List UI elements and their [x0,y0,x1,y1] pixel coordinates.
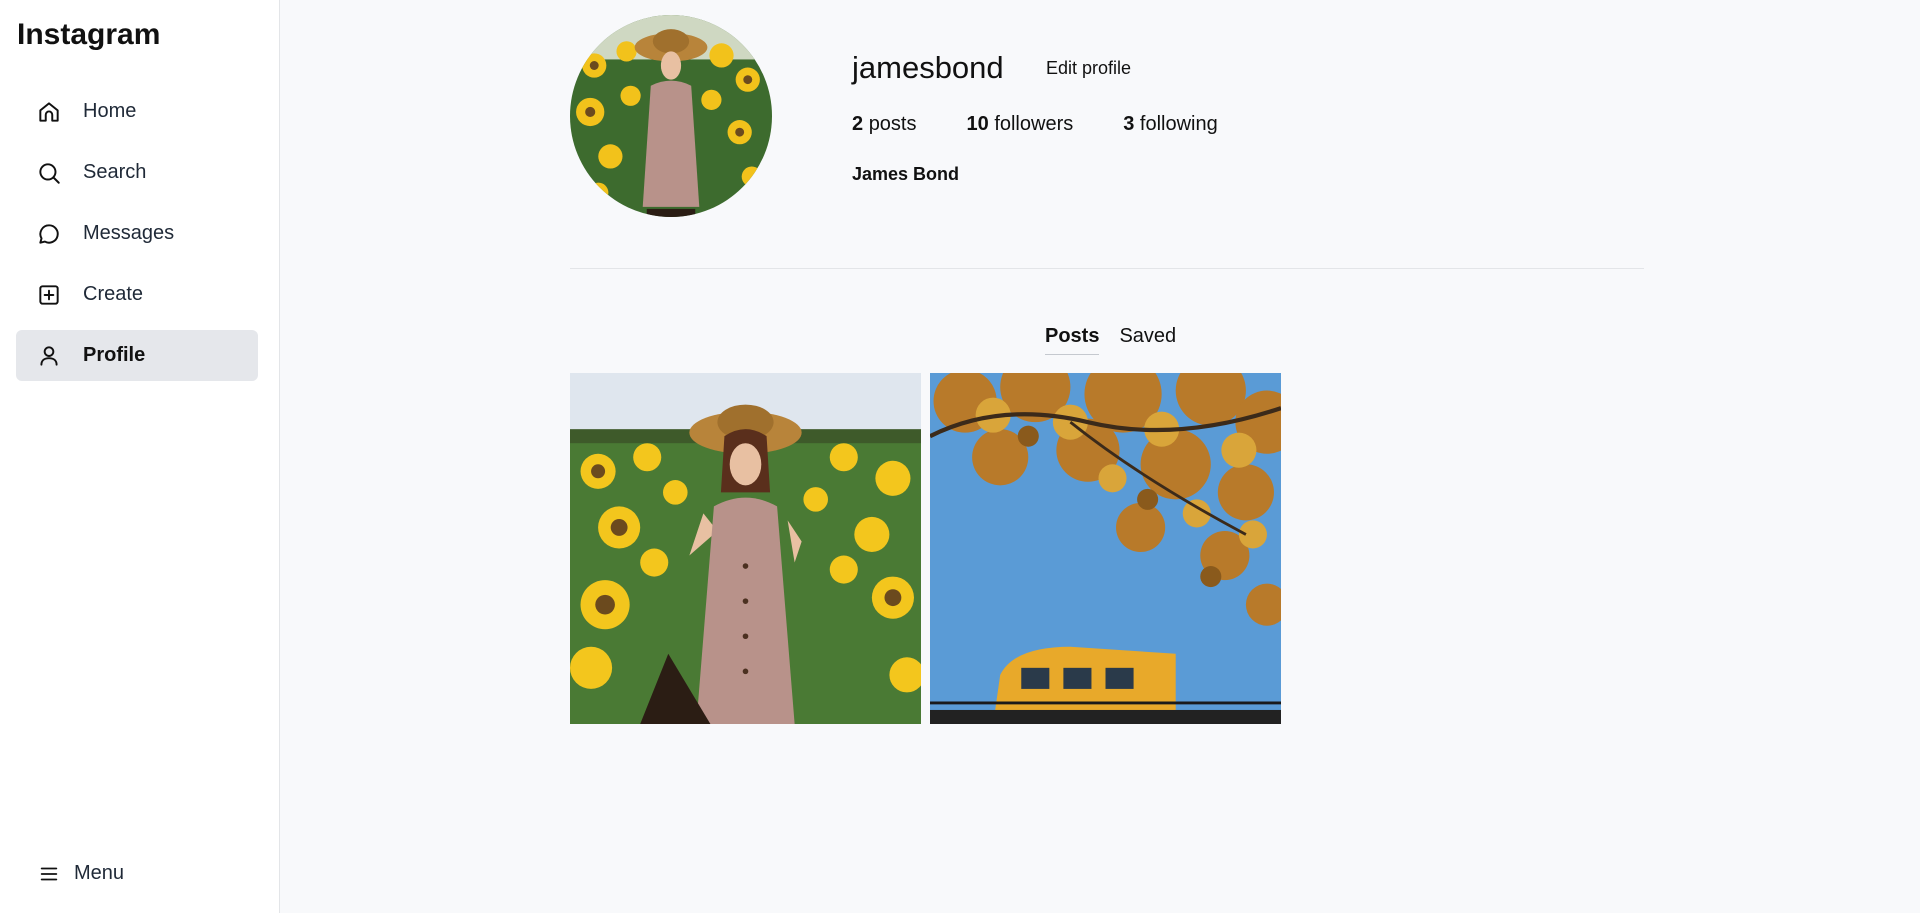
posts-label: posts [868,113,917,135]
post-thumbnail-autumn-train[interactable] [930,373,1281,724]
sidebar-item-label: Home [83,100,137,122]
profile-main: jamesbond Edit profile 2 posts 10 follow… [281,0,1920,913]
posts-count: 2 [852,113,864,135]
sidebar-nav: Home Search Messages Create Profile [16,86,258,391]
menu-button[interactable]: Menu [38,862,124,885]
posts-stat: 2 posts [852,113,917,136]
sidebar-item-home[interactable]: Home [16,86,258,137]
menu-label: Menu [74,862,125,884]
sidebar-item-label: Search [83,161,147,183]
sidebar-item-profile[interactable]: Profile [16,330,258,381]
app-logo[interactable]: Instagram [17,18,160,52]
profile-divider [570,268,1644,269]
profile-stats: 2 posts 10 followers 3 following [852,113,1268,136]
tab-saved[interactable]: Saved [1119,325,1176,355]
sidebar-item-messages[interactable]: Messages [16,208,258,259]
sidebar-item-label: Create [83,283,144,305]
following-label: following [1139,113,1218,135]
profile-username: jamesbond [852,50,1004,85]
sidebar-item-create[interactable]: Create [16,269,258,320]
profile-tabs: Posts Saved [1045,325,1196,355]
post-thumbnail-sunflower[interactable] [570,373,921,724]
tab-posts[interactable]: Posts [1045,325,1100,355]
hamburger-menu-icon [38,863,60,885]
sidebar: Instagram Home Search Messages Create Pr… [0,0,280,913]
followers-stat[interactable]: 10 followers [967,113,1074,136]
following-stat[interactable]: 3 following [1123,113,1218,136]
sidebar-item-search[interactable]: Search [16,147,258,198]
following-count: 3 [1123,113,1135,135]
followers-label: followers [994,113,1074,135]
profile-avatar[interactable] [570,15,772,217]
followers-count: 10 [966,113,989,135]
sidebar-item-label: Messages [83,222,175,244]
edit-profile-button[interactable]: Edit profile [1046,58,1131,79]
home-icon [36,99,62,125]
profile-full-name: James Bond [852,164,960,184]
message-circle-icon [36,221,62,247]
user-icon [36,343,62,369]
sidebar-item-label: Profile [83,344,146,366]
plus-square-icon [36,282,62,308]
search-icon [36,160,62,186]
